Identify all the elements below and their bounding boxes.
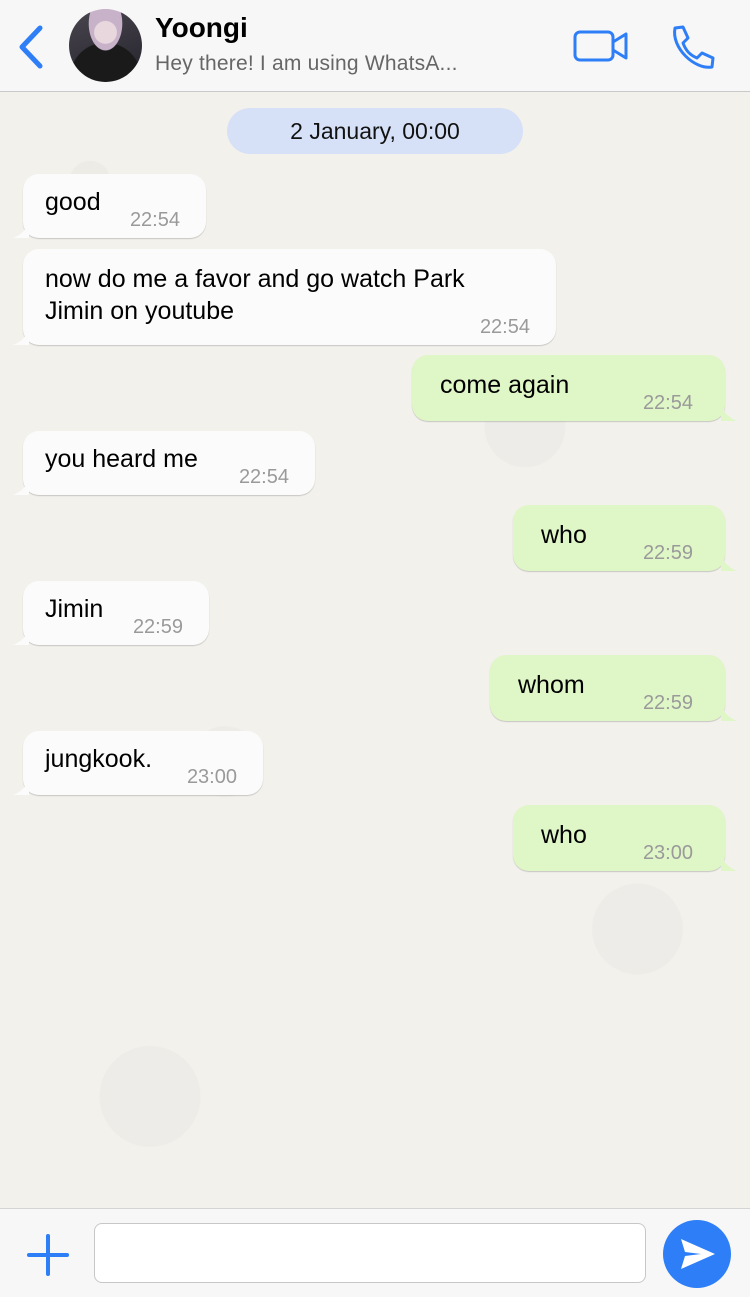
voice-call-button[interactable] [665, 22, 717, 74]
message-input[interactable] [94, 1223, 646, 1283]
date-separator: 2 January, 00:00 [227, 108, 523, 154]
message-text: who [541, 821, 587, 849]
message-text: Jimin [45, 595, 104, 623]
message-bubble-incoming[interactable]: jungkook. 23:00 [13, 731, 263, 795]
message-time: 22:54 [129, 209, 180, 231]
message-text: jungkook. [45, 745, 153, 773]
chevron-left-icon [19, 25, 43, 69]
message-time: 22:54 [238, 466, 289, 488]
phone-icon [673, 25, 715, 69]
message-composer [0, 1208, 750, 1297]
message-bubble-incoming[interactable]: good 22:54 [13, 174, 206, 238]
chat-area[interactable]: 2 January, 00:00 good 22:54 now do me a … [0, 92, 750, 1208]
message-time: 22:54 [479, 316, 530, 338]
send-button[interactable] [663, 1220, 731, 1288]
message-bubble-outgoing[interactable]: who 23:00 [513, 805, 737, 871]
bubble-tail [13, 331, 29, 345]
message-bubble-incoming[interactable]: Jimin 22:59 [13, 581, 209, 645]
plus-icon [27, 1234, 69, 1276]
bubble-tail [721, 407, 737, 421]
video-camera-icon [573, 30, 628, 62]
contact-status[interactable]: Hey there! I am using WhatsA... [155, 52, 458, 76]
back-button[interactable] [12, 22, 52, 72]
message-bubble-outgoing[interactable]: come again 22:54 [412, 355, 737, 421]
avatar[interactable] [69, 9, 142, 82]
bubble-tail [13, 781, 29, 795]
attach-button[interactable] [26, 1233, 70, 1277]
message-time: 22:59 [642, 542, 693, 564]
bubble-tail [721, 857, 737, 871]
message-bubble-outgoing[interactable]: whom 22:59 [490, 655, 737, 721]
message-text: come again [440, 371, 570, 399]
message-text: who [541, 521, 587, 549]
message-time: 22:59 [642, 692, 693, 714]
message-bubble-outgoing[interactable]: who 22:59 [513, 505, 737, 571]
bubble-tail [13, 631, 29, 645]
message-time: 23:00 [642, 842, 693, 864]
video-call-button[interactable] [572, 26, 630, 66]
bubble-tail [13, 481, 29, 495]
message-bubble-incoming[interactable]: you heard me 22:54 [13, 431, 315, 495]
message-time: 22:54 [642, 392, 693, 414]
message-time: 23:00 [186, 766, 237, 788]
contact-name[interactable]: Yoongi [155, 12, 248, 44]
message-bubble-incoming[interactable]: now do me a favor and go watch Park Jimi… [13, 249, 556, 345]
message-text: now do me a favor and go watch Park Jimi… [45, 265, 465, 325]
bubble-tail [721, 557, 737, 571]
message-text: good [45, 188, 101, 216]
message-text: whom [518, 671, 585, 699]
message-time: 22:59 [132, 616, 183, 638]
chat-header: Yoongi Hey there! I am using WhatsA... [0, 0, 750, 92]
send-icon [681, 1239, 715, 1269]
message-text: you heard me [45, 445, 198, 473]
bubble-tail [13, 224, 29, 238]
bubble-tail [721, 707, 737, 721]
